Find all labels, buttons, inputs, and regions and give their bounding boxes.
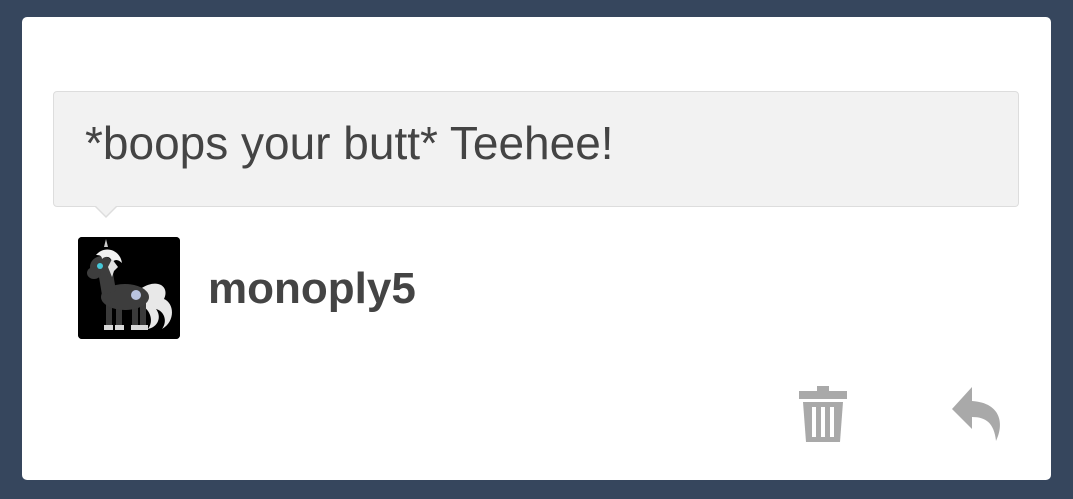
reply-icon xyxy=(952,387,1001,441)
message-card: *boops your butt* Teehee! monoply5 xyxy=(22,17,1051,480)
pony-avatar-icon xyxy=(78,237,180,339)
trash-icon xyxy=(799,386,847,442)
delete-button[interactable] xyxy=(798,385,848,443)
bubble-tail xyxy=(94,205,118,218)
message-bubble: *boops your butt* Teehee! xyxy=(53,91,1019,218)
avatar[interactable] xyxy=(78,237,180,339)
username[interactable]: monoply5 xyxy=(208,264,416,314)
reply-button[interactable] xyxy=(950,385,1006,443)
message-text: *boops your butt* Teehee! xyxy=(85,117,614,169)
